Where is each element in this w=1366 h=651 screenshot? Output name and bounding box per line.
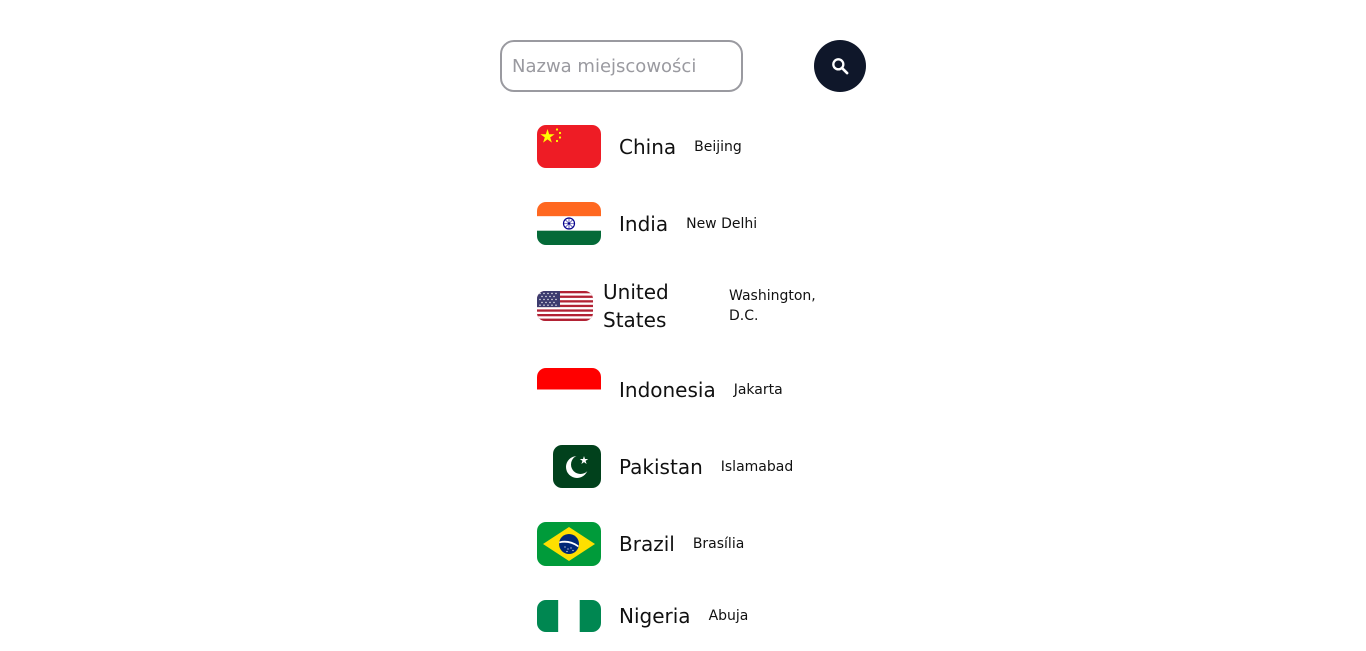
search-icon bbox=[832, 58, 849, 75]
nigeria-flag-icon bbox=[537, 600, 601, 632]
search-button[interactable] bbox=[814, 40, 866, 92]
country-capital: Abuja bbox=[708, 608, 749, 624]
search-bar bbox=[500, 40, 866, 92]
country-capital: Jakarta bbox=[733, 381, 783, 398]
brazil-flag-icon bbox=[537, 522, 601, 566]
country-name: Brazil bbox=[619, 532, 675, 556]
china-flag-icon bbox=[537, 125, 601, 168]
country-capital: Brasília bbox=[692, 536, 745, 552]
country-capital: New Delhi bbox=[686, 215, 758, 232]
country-name: Nigeria bbox=[619, 604, 691, 628]
country-item-india[interactable]: India New Delhi bbox=[537, 202, 757, 245]
search-input[interactable] bbox=[500, 40, 743, 92]
country-name: Indonesia bbox=[619, 377, 716, 402]
country-item-nigeria[interactable]: Nigeria Abuja bbox=[537, 600, 748, 632]
country-item-indonesia[interactable]: Indonesia Jakarta bbox=[537, 368, 783, 411]
country-item-china[interactable]: China Beijing bbox=[537, 125, 742, 168]
country-name: India bbox=[619, 211, 669, 236]
country-item-united-states[interactable]: United States Washington, D.C. bbox=[537, 278, 819, 334]
country-capital: Washington, D.C. bbox=[729, 288, 816, 324]
pakistan-flag-icon bbox=[553, 445, 601, 488]
country-item-brazil[interactable]: Brazil Brasília bbox=[537, 522, 744, 566]
country-capital: Beijing bbox=[694, 138, 742, 155]
india-flag-icon bbox=[537, 202, 601, 245]
indonesia-flag-icon bbox=[537, 368, 601, 411]
country-name: Pakistan bbox=[619, 454, 703, 479]
usa-flag-icon bbox=[537, 291, 593, 321]
country-name: China bbox=[619, 134, 677, 159]
country-name: United States bbox=[603, 280, 669, 332]
country-item-pakistan[interactable]: Pakistan Islamabad bbox=[537, 445, 793, 488]
country-capital: Islamabad bbox=[720, 458, 794, 475]
